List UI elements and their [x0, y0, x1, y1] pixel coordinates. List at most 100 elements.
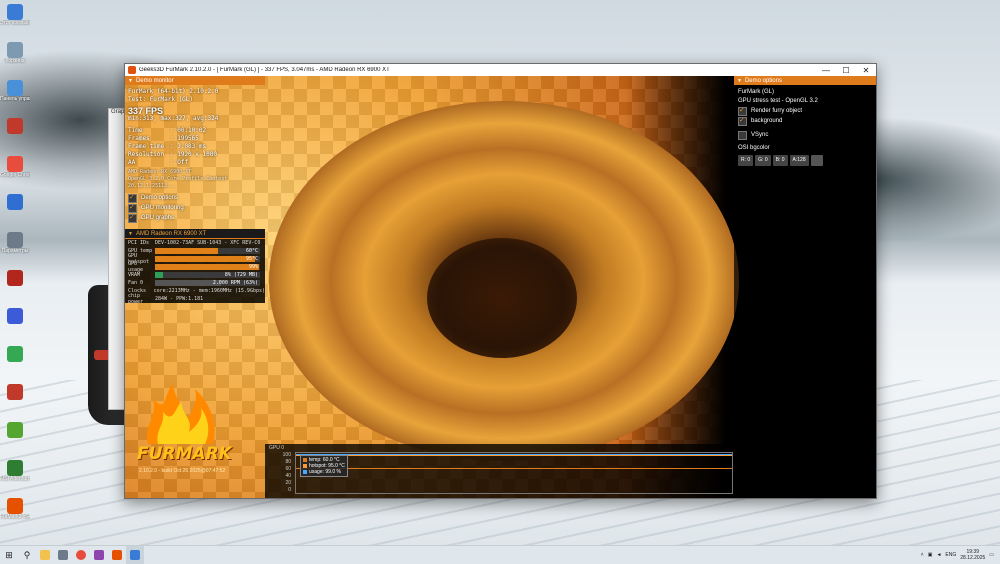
gpu-graph: GPU 0 100 80 60 40 20 0 temp: 60.0 °C hotspot:…	[265, 444, 735, 498]
vsync-label: VSync	[751, 131, 769, 138]
legend-swatch	[303, 470, 307, 474]
desktop-icon[interactable]	[0, 344, 30, 380]
stat-key: AA	[128, 159, 136, 166]
start-button[interactable]: ⊞	[0, 546, 18, 564]
monitor-option-checkbox[interactable]: Demo options	[125, 193, 265, 203]
gpu-stat-bar: 2.000 RPM (63%)	[155, 280, 260, 286]
stat-row: Resolution: 1920 x 1080	[128, 151, 262, 159]
desktop-icon-label: Корзина	[5, 58, 25, 64]
checkbox-box[interactable]	[738, 116, 747, 126]
legend-swatch	[303, 464, 307, 468]
demo-options-subtitle: GPU stress test - OpenGL 3.2	[738, 98, 818, 104]
window-title: Geeks3D FurMark 2.10.2.0 - [ FurMark (GL…	[139, 67, 390, 73]
taskbar-app-gpu[interactable]	[90, 546, 108, 564]
bgcolor-swatch[interactable]	[810, 155, 823, 166]
monitor-option-checkbox[interactable]: GPU monitoring	[125, 203, 265, 213]
demo-option-checkbox[interactable]: Render furry object	[738, 106, 872, 116]
stat-key: Resolution	[128, 151, 165, 158]
gpu-monitoring-header[interactable]: ▼ AMD Radeon RX 6900 XT	[125, 229, 265, 239]
minimize-button[interactable]: —	[816, 66, 836, 75]
desktop-icon[interactable]: Google Chrome	[0, 154, 30, 190]
graph-plot: temp: 60.0 °C hotspot: 95.0 °C usage: 99.0…	[295, 452, 733, 494]
checkbox-box[interactable]	[128, 203, 137, 213]
checkbox-label: Render furry object	[751, 107, 803, 114]
desktop-icon[interactable]: Панель управления	[0, 78, 30, 114]
gpu-app-icon	[94, 550, 104, 560]
titlebar[interactable]: Geeks3D FurMark 2.10.2.0 - [ FurMark (GL…	[125, 64, 876, 76]
desktop-icon[interactable]: Этот компьютер	[0, 2, 30, 38]
vsync-box[interactable]	[738, 130, 747, 140]
checkbox-box[interactable]	[128, 193, 137, 203]
search-button[interactable]: ⚲	[18, 546, 36, 564]
clock-date: 28.12.2025	[960, 555, 986, 561]
taskbar-app-chrome[interactable]	[72, 546, 90, 564]
furmark-window[interactable]: Geeks3D FurMark 2.10.2.0 - [ FurMark (GL…	[124, 63, 877, 499]
monitor-option-checkbox[interactable]: GPU graphs	[125, 213, 265, 223]
desktop-icon[interactable]: MSI Afterburner	[0, 458, 30, 494]
desktop-icon-glyph	[7, 498, 23, 514]
stat-row: AA: Off	[128, 159, 262, 167]
folder-icon	[40, 550, 50, 560]
close-button[interactable]: ✕	[856, 66, 876, 75]
desktop-icon[interactable]: FurMark2 x64	[0, 496, 30, 532]
gpu-stat-fill	[155, 280, 222, 286]
tray-chevron-icon[interactable]: ˄	[921, 552, 924, 558]
power-label: chip power	[128, 293, 144, 305]
language-indicator[interactable]: ENG	[945, 552, 956, 558]
gpu-stat-value: 8% (729 MB)	[224, 272, 258, 278]
gpu-stat-bar: 8% (729 MB)	[155, 272, 260, 278]
desktop-icon[interactable]	[0, 116, 30, 152]
demo-monitor-header[interactable]: ▼ Demo monitor	[125, 76, 265, 85]
stat-row: Time: 00:10:02	[128, 127, 262, 135]
desktop-icon-glyph	[7, 194, 23, 210]
desktop-icon-label: Этот компьютер	[0, 20, 30, 26]
volume-icon[interactable]: ◄	[936, 552, 941, 558]
desktop-icon[interactable]	[0, 306, 30, 342]
desktop-icon[interactable]	[0, 382, 30, 418]
system-tray: ˄ ▣ ◄ ENG 19:39 28.12.2025 ▭	[921, 549, 1000, 561]
taskbar-app-active[interactable]	[126, 546, 144, 564]
bgcolor-field[interactable]: B: 0	[772, 155, 788, 166]
network-icon[interactable]: ▣	[928, 552, 933, 558]
vsync-checkbox[interactable]: VSync	[738, 130, 872, 140]
desktop-icon-glyph	[7, 80, 23, 96]
chrome-icon	[76, 550, 86, 560]
fps-readout: 337 FPS	[128, 106, 164, 116]
graph-legend: temp: 60.0 °C hotspot: 95.0 °C usage: 99.0…	[300, 455, 348, 477]
gl-version: OpenGL 3.2.0 Core Profile Context 20.12.…	[128, 176, 228, 189]
bgcolor-field[interactable]: A:128	[789, 155, 809, 166]
legend-swatch	[303, 458, 307, 462]
clock[interactable]: 19:39 28.12.2025	[960, 549, 985, 561]
pci-label: PCI IDs	[128, 240, 150, 246]
desktop-icon[interactable]: Корзина	[0, 40, 30, 76]
gpu-stat-bar: 60°C	[155, 248, 260, 254]
bgcolor-label: OSI bgcolor	[738, 145, 770, 151]
checkbox-label: GPU monitoring	[141, 205, 184, 211]
gpu-monitoring-panel: ▼ AMD Radeon RX 6900 XT PCI IDs DEV-1002…	[125, 229, 265, 305]
taskbar-app-furmark[interactable]	[108, 546, 126, 564]
checkbox-box[interactable]	[128, 213, 137, 223]
pci-value: DEV-1002-73AF SUB-1043 - XFC REV-C0	[155, 240, 261, 246]
demo-options-panel: ▼ Demo options FurMark (GL) GPU stress t…	[734, 76, 876, 498]
taskbar-app-store[interactable]	[54, 546, 72, 564]
bgcolor-field[interactable]: R: 0	[738, 155, 754, 166]
usage-line	[296, 454, 732, 455]
furmark-taskbar-icon	[112, 550, 122, 560]
bgcolor-field[interactable]: G: 0	[755, 155, 771, 166]
demo-option-checkbox[interactable]: background	[738, 116, 872, 126]
checkbox-label: background	[751, 117, 783, 124]
desktop-icon[interactable]	[0, 420, 30, 456]
desktop-icon[interactable]: Параметры	[0, 230, 30, 266]
maximize-button[interactable]: ☐	[836, 66, 856, 75]
desktop-icon[interactable]	[0, 192, 30, 228]
renderer-name: AMD Radeon RX 6900 XT	[128, 169, 192, 175]
notifications-icon[interactable]: ▭	[989, 552, 994, 558]
desktop-icon-glyph	[7, 232, 23, 248]
demo-options-header[interactable]: ▼ Demo options	[734, 76, 876, 85]
desktop-icon-glyph	[7, 422, 23, 438]
desktop-icon[interactable]	[0, 268, 30, 304]
graph-axis-tick: 0	[288, 487, 291, 493]
checkbox-box[interactable]	[738, 106, 747, 116]
taskbar-app-explorer[interactable]	[36, 546, 54, 564]
desktop-icon-label: Google Chrome	[0, 172, 30, 178]
